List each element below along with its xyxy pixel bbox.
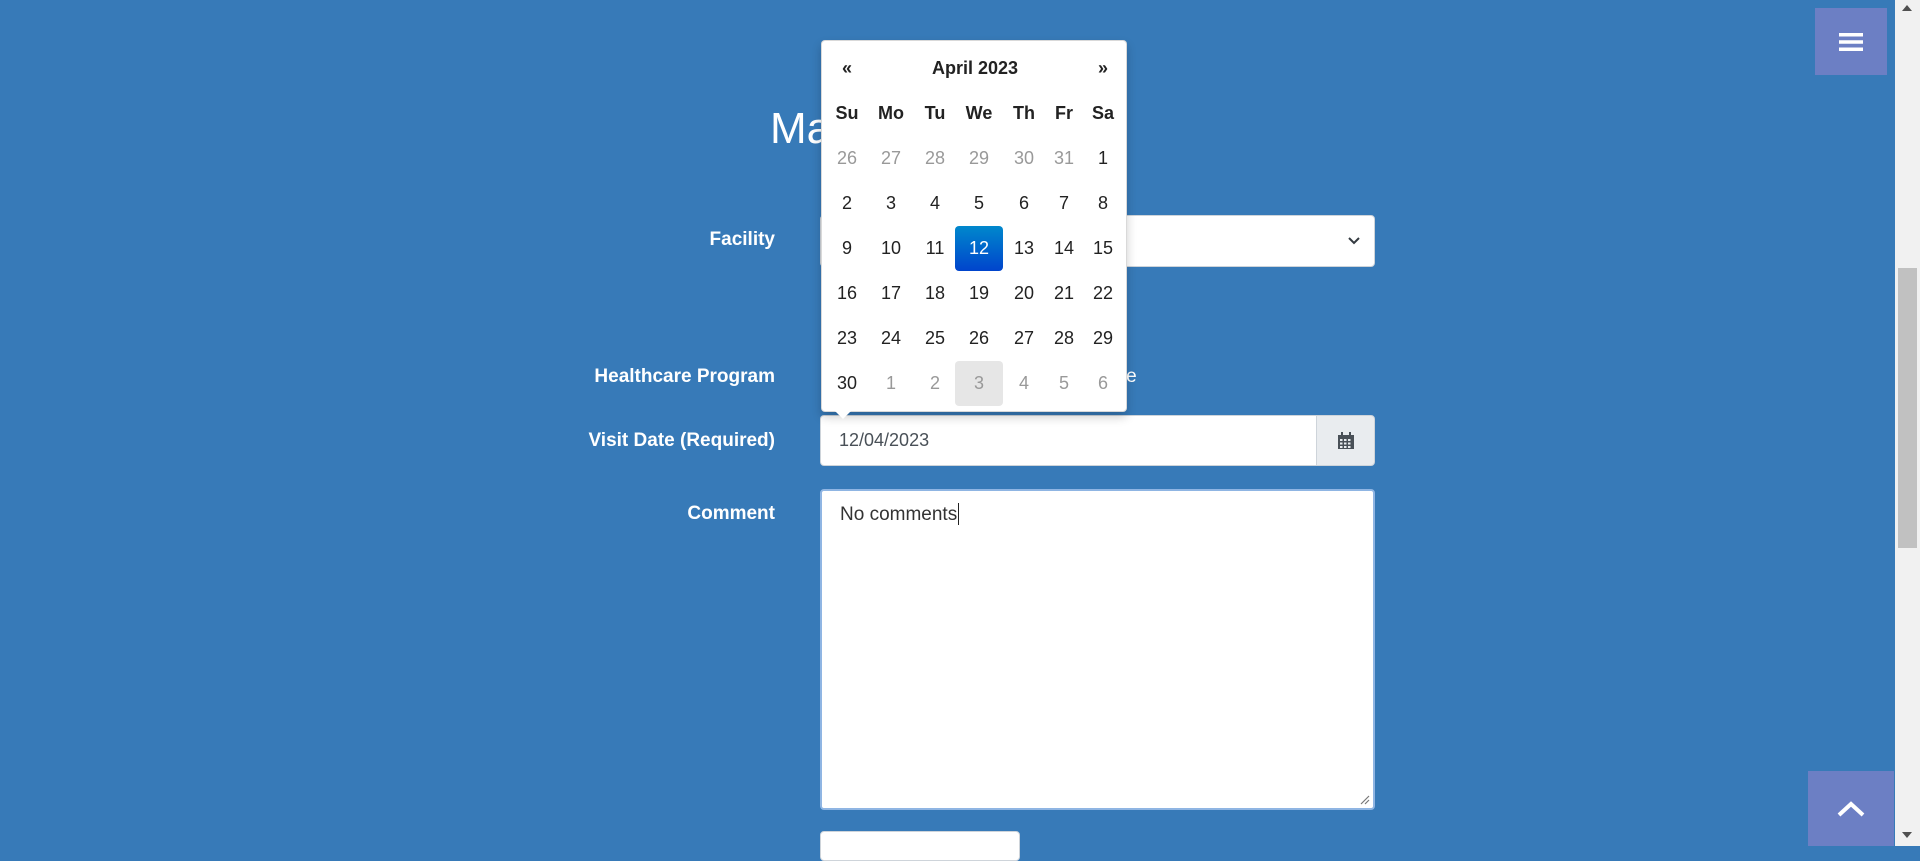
comment-label: Comment bbox=[687, 503, 775, 524]
calendar-day[interactable]: 1 bbox=[1083, 136, 1123, 181]
calendar-day[interactable]: 14 bbox=[1045, 226, 1083, 271]
scrollbar-thumb[interactable] bbox=[1898, 268, 1917, 548]
calendar-day[interactable]: 19 bbox=[955, 271, 1003, 316]
calendar-day[interactable]: 5 bbox=[955, 181, 1003, 226]
calendar-day[interactable]: 17 bbox=[867, 271, 915, 316]
menu-button[interactable] bbox=[1815, 8, 1887, 75]
calendar-day[interactable]: 26 bbox=[955, 316, 1003, 361]
calendar-day[interactable]: 22 bbox=[1083, 271, 1123, 316]
calendar-day[interactable]: 23 bbox=[827, 316, 867, 361]
weekday-sa: Sa bbox=[1091, 103, 1115, 123]
calendar-day[interactable]: 4 bbox=[915, 181, 955, 226]
calendar-day[interactable]: 30 bbox=[1003, 136, 1045, 181]
calendar-day[interactable]: 6 bbox=[1083, 361, 1123, 406]
calendar-day[interactable]: 30 bbox=[827, 361, 867, 406]
resize-grip-icon[interactable] bbox=[1358, 793, 1370, 805]
calendar-week-row: 9 10 11 12 13 14 15 bbox=[827, 226, 1123, 271]
calendar-day[interactable]: 11 bbox=[915, 226, 955, 271]
calendar-day[interactable]: 25 bbox=[915, 316, 955, 361]
month-year-switch[interactable]: April 2023 bbox=[867, 46, 1083, 91]
datepicker-pointer bbox=[835, 411, 851, 419]
selected-day[interactable]: 12 bbox=[955, 226, 1003, 271]
calendar-week-row: 2345678 bbox=[827, 181, 1123, 226]
calendar-day[interactable]: 3 bbox=[867, 181, 915, 226]
calendar-day[interactable]: 5 bbox=[1045, 361, 1083, 406]
healthcare-program-label: Healthcare Program bbox=[594, 366, 775, 387]
submit-button[interactable] bbox=[820, 831, 1020, 861]
calendar-table: « April 2023 » Su Mo Tu We Th Fr Sa 26 27 28 29 30… bbox=[827, 46, 1123, 406]
comment-text: No comments bbox=[840, 504, 958, 525]
calendar-day[interactable]: 8 bbox=[1083, 181, 1123, 226]
calendar-day[interactable]: 10 bbox=[867, 226, 915, 271]
calendar-day[interactable]: 18 bbox=[915, 271, 955, 316]
calendar-day[interactable]: 27 bbox=[867, 136, 915, 181]
weekday-tu: Tu bbox=[924, 103, 946, 123]
facility-label: Facility bbox=[709, 229, 775, 250]
calendar-day[interactable]: 7 bbox=[1045, 181, 1083, 226]
scroll-to-top-button[interactable] bbox=[1808, 771, 1894, 846]
weekday-fr: Fr bbox=[1055, 103, 1073, 123]
calendar-day[interactable]: 29 bbox=[1083, 316, 1123, 361]
calendar-week-row: 23 24 25 26 27 28 29 bbox=[827, 316, 1123, 361]
hamburger-menu-icon bbox=[1839, 32, 1863, 51]
chevron-up-icon bbox=[1837, 800, 1865, 816]
page-scrollbar[interactable] bbox=[1895, 0, 1920, 846]
calendar-button[interactable] bbox=[1316, 415, 1375, 466]
calendar-day[interactable]: 28 bbox=[1045, 316, 1083, 361]
calendar-day[interactable]: 4 bbox=[1003, 361, 1045, 406]
scroll-up-arrow[interactable] bbox=[1902, 5, 1912, 11]
text-caret bbox=[958, 503, 960, 525]
prev-month-button[interactable]: « bbox=[827, 46, 867, 91]
weekday-we: We bbox=[965, 103, 993, 123]
calendar-day[interactable]: 2 bbox=[827, 181, 867, 226]
calendar-day[interactable]: 28 bbox=[915, 136, 955, 181]
weekday-th: Th bbox=[1013, 103, 1035, 123]
calendar-day[interactable]: 27 bbox=[1003, 316, 1045, 361]
datepicker-popup: « April 2023 » Su Mo Tu We Th Fr Sa 26 27 28 29 30… bbox=[821, 40, 1127, 412]
calendar-day[interactable]: 16 bbox=[827, 271, 867, 316]
calendar-day[interactable]: 1 bbox=[867, 361, 915, 406]
comment-textarea[interactable]: No comments bbox=[820, 489, 1375, 810]
calendar-day[interactable]: 6 bbox=[1003, 181, 1045, 226]
today-day[interactable]: 3 bbox=[955, 361, 1003, 406]
visit-date-label: Visit Date (Required) bbox=[588, 430, 775, 451]
weekday-row: Su Mo Tu We Th Fr Sa bbox=[827, 91, 1123, 136]
calendar-day[interactable]: 13 bbox=[1003, 226, 1045, 271]
calendar-week-row: 16 17 18 19 20 21 22 bbox=[827, 271, 1123, 316]
visit-date-input[interactable]: 12/04/2023 bbox=[820, 415, 1316, 466]
calendar-day[interactable]: 15 bbox=[1083, 226, 1123, 271]
calendar-day[interactable]: 31 bbox=[1045, 136, 1083, 181]
chevron-down-icon bbox=[1348, 237, 1360, 245]
calendar-day[interactable]: 9 bbox=[827, 226, 867, 271]
scroll-down-arrow[interactable] bbox=[1902, 832, 1912, 838]
calendar-icon bbox=[1337, 431, 1354, 449]
calendar-day[interactable]: 26 bbox=[827, 136, 867, 181]
next-month-button[interactable]: » bbox=[1083, 46, 1123, 91]
calendar-day[interactable]: 21 bbox=[1045, 271, 1083, 316]
weekday-mo: Mo bbox=[878, 103, 904, 123]
calendar-day[interactable]: 29 bbox=[955, 136, 1003, 181]
weekday-su: Su bbox=[835, 103, 859, 123]
calendar-days: 26 27 28 29 30 31 1 2 3 4 5 6 7 8 9 10 11 12 13 14 15 16 17 18 1… bbox=[827, 136, 1123, 406]
calendar-day[interactable]: 24 bbox=[867, 316, 915, 361]
calendar-week-row: 30 1 2 3 4 5 6 bbox=[827, 361, 1123, 406]
calendar-week-row: 26 27 28 29 30 31 1 bbox=[827, 136, 1123, 181]
calendar-day[interactable]: 20 bbox=[1003, 271, 1045, 316]
calendar-day[interactable]: 2 bbox=[915, 361, 955, 406]
visit-date-group: 12/04/2023 bbox=[820, 415, 1375, 466]
